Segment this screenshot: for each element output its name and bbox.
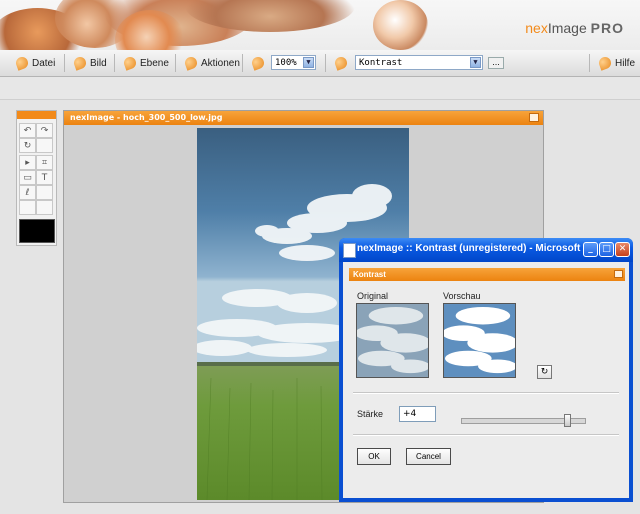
app-header-banner: nexImage PRO: [0, 0, 640, 50]
original-thumbnail: [356, 303, 429, 378]
menu-separator: [64, 54, 65, 72]
orange-swirl-icon: [72, 55, 88, 71]
empty-tool-slot: [36, 185, 53, 200]
menu-bar: Datei Bild Ebene Aktionen 100% ▼ Kontras…: [0, 50, 640, 77]
empty-tool-slot: [19, 200, 36, 215]
dialog-window-title: nexImage :: Kontrast (unregistered) - Mi…: [357, 243, 595, 254]
menu-help[interactable]: Hilfe: [597, 55, 636, 71]
strength-input[interactable]: +4: [399, 406, 436, 422]
move-icon[interactable]: ▸: [19, 155, 36, 170]
orange-swirl-icon: [14, 55, 30, 71]
document-icon: [343, 243, 356, 258]
orange-swirl-icon: [122, 55, 138, 71]
orange-swirl-icon: [597, 55, 613, 71]
image-window-titlebar[interactable]: nexImage - hoch_300_500_low.jpg: [64, 111, 543, 125]
zoom-select[interactable]: 100% ▼: [271, 55, 316, 70]
empty-tool-slot: [36, 200, 53, 215]
contrast-panel-title: Kontrast: [349, 268, 625, 281]
divider: [353, 434, 619, 436]
menu-layer-label: Ebene: [140, 57, 169, 69]
foreground-color-swatch[interactable]: [19, 219, 55, 243]
filter-more-button[interactable]: ...: [488, 57, 504, 69]
menu-actions[interactable]: Aktionen: [183, 55, 240, 71]
image-window-title: nexImage - hoch_300_500_low.jpg: [70, 113, 223, 122]
menu-separator: [589, 54, 590, 72]
tool-palette: ↶ ↷ ↻ ▸ ⌗ ▭ T ℓ: [16, 110, 57, 246]
menu-file-label: Datei: [32, 57, 56, 69]
menu-image-label: Bild: [90, 57, 107, 69]
strength-slider-handle[interactable]: [564, 414, 571, 427]
orange-swirl-icon: [183, 55, 199, 71]
sub-toolbar: [0, 77, 640, 100]
dialog-titlebar[interactable]: nexImage :: Kontrast (unregistered) - Mi…: [339, 238, 633, 262]
lasso-icon[interactable]: ℓ: [19, 185, 36, 200]
ok-button-label: OK: [368, 452, 380, 461]
filter-select-value: Kontrast: [359, 58, 403, 68]
minimize-button[interactable]: [529, 113, 539, 122]
logo-main: Image: [547, 20, 587, 36]
dialog-client-area: Kontrast Original Vorschau ↻ Stärke +4 O…: [343, 262, 629, 498]
cancel-button[interactable]: Cancel: [406, 448, 451, 465]
crop-icon[interactable]: ⌗: [36, 155, 53, 170]
undo-icon[interactable]: ↶: [19, 123, 36, 138]
menu-help-label: Hilfe: [615, 57, 636, 69]
close-icon[interactable]: ✕: [615, 242, 630, 257]
contrast-panel-title-text: Kontrast: [353, 270, 386, 279]
menu-separator: [242, 54, 243, 72]
zoom-icon-wrap: [250, 55, 268, 71]
divider: [353, 392, 619, 394]
orange-swirl-icon: [250, 55, 266, 71]
chevron-down-icon[interactable]: ▼: [303, 57, 314, 68]
strength-label: Stärke: [357, 409, 384, 419]
cancel-button-label: Cancel: [416, 452, 441, 461]
panel-collapse-button[interactable]: [614, 270, 623, 278]
minimize-icon[interactable]: _: [583, 242, 598, 257]
menu-file[interactable]: Datei: [14, 55, 56, 71]
preview-thumbnail: [443, 303, 516, 378]
decorative-orb: [373, 0, 428, 50]
menu-separator: [325, 54, 326, 72]
filter-icon-wrap: [333, 55, 351, 71]
menu-separator: [175, 54, 176, 72]
logo-suffix: PRO: [590, 20, 624, 36]
menu-separator: [114, 54, 115, 72]
strength-slider[interactable]: [461, 414, 586, 427]
orange-swirl-icon: [333, 55, 349, 71]
menu-actions-label: Aktionen: [201, 57, 240, 69]
logo-prefix: nex: [525, 20, 548, 36]
menu-image[interactable]: Bild: [72, 55, 107, 71]
zoom-select-value: 100%: [275, 58, 297, 68]
app-logo: nexImage PRO: [525, 20, 624, 36]
text-icon[interactable]: T: [36, 170, 53, 185]
redo-icon[interactable]: ↷: [36, 123, 53, 138]
maximize-icon[interactable]: □: [599, 242, 614, 257]
filter-select[interactable]: Kontrast ▼: [355, 55, 483, 70]
filter-more-label: ...: [492, 58, 500, 67]
contrast-dialog: nexImage :: Kontrast (unregistered) - Mi…: [339, 238, 633, 502]
empty-tool-slot: [36, 138, 53, 153]
chevron-down-icon[interactable]: ▼: [470, 57, 481, 68]
menu-layer[interactable]: Ebene: [122, 55, 169, 71]
strength-input-value: +4: [403, 409, 417, 419]
tool-palette-titlebar[interactable]: [17, 111, 56, 119]
preview-label: Vorschau: [443, 291, 481, 301]
refresh-icon[interactable]: ↻: [537, 365, 552, 379]
ok-button[interactable]: OK: [357, 448, 391, 465]
rotate-icon[interactable]: ↻: [19, 138, 36, 153]
select-icon[interactable]: ▭: [19, 170, 36, 185]
original-label: Original: [357, 291, 389, 301]
